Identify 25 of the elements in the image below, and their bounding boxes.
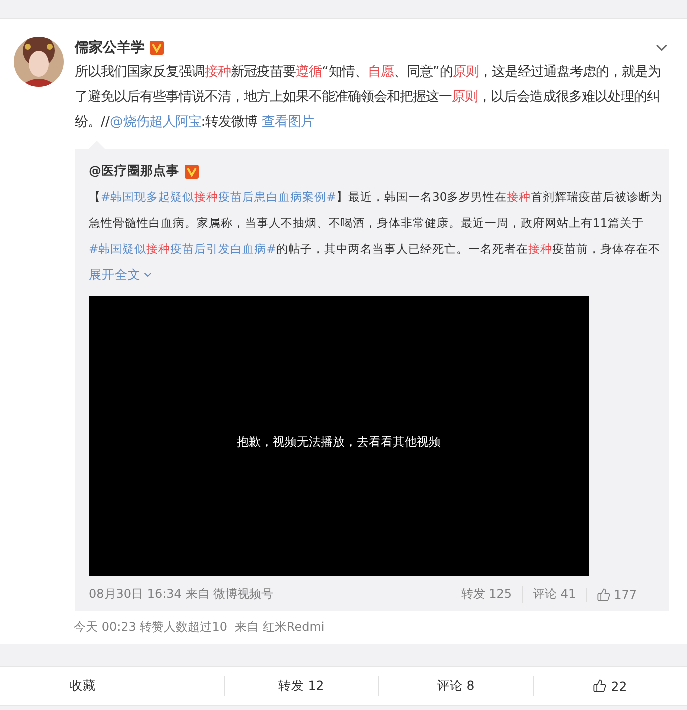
link[interactable]: #韩国现多起疑似 bbox=[101, 190, 195, 204]
stat-link[interactable]: 转发 125 bbox=[451, 586, 522, 603]
stat-link[interactable]: 评论 41 bbox=[522, 586, 586, 603]
author-name[interactable]: 儒家公羊学 bbox=[75, 39, 145, 57]
video-error-message: 抱歉，视频无法播放，去看看其他视频 bbox=[237, 434, 441, 450]
link[interactable]: @烧伤超人阿宝 bbox=[110, 115, 202, 130]
link[interactable]: 查看图片 bbox=[262, 115, 314, 130]
expand-link[interactable]: 展开全文 bbox=[89, 262, 154, 288]
post-meta: 今天 00:23 转赞人数超过10 来自 红米Redmi bbox=[74, 619, 326, 636]
link[interactable]: #韩国疑似 bbox=[89, 242, 147, 256]
post-text: 所以我们国家反复强调接种新冠疫苗要遵循“知情、自愿、同意”的原则，这是经过通盘考虑的，就是为了避免以后有些事情说不清，地方上如果不能准确领会和把握这一原则，以后会造成很多难以处理的纠纷。//@烧伤超人阿宝:转发微博 查看图片 bbox=[75, 64, 662, 132]
action-button[interactable]: 收藏 bbox=[0, 676, 224, 696]
like-button[interactable]: 177 bbox=[586, 588, 647, 602]
link[interactable]: 疫苗后患白血病案例# bbox=[218, 190, 336, 204]
action-button[interactable]: 评论 8 bbox=[378, 676, 532, 696]
like-button[interactable]: 22 bbox=[532, 676, 687, 696]
action-button[interactable]: 转发 12 bbox=[224, 676, 378, 696]
repost-author[interactable]: @医疗圈那点事 bbox=[89, 163, 180, 180]
thumbs-up-icon bbox=[593, 679, 608, 693]
link[interactable]: 疫苗后引发白血病# bbox=[170, 242, 276, 256]
repost-meta: 08月30日 16:34 来自 微博视频号 bbox=[89, 586, 274, 603]
avatar[interactable] bbox=[14, 37, 64, 87]
video-player[interactable]: 抱歉，视频无法播放，去看看其他视频 bbox=[89, 296, 589, 576]
thumbs-up-icon bbox=[597, 588, 612, 602]
repost-text: 【#韩国现多起疑似接种疫苗后患白血病案例#】最近，韩国一名30多岁男性在接种首剂辉瑞疫苗后被诊断为急性骨髓性白血病。家属称，当事人不抽烟、不喝酒，身体非常健康。最近一周，政府网站上有11篇关于 #韩国疑似接种疫苗后引发白血病#的帖子，其中两名当事人已经死亡。一名死者在接种疫苗前，身体存在不 bbox=[89, 189, 664, 258]
